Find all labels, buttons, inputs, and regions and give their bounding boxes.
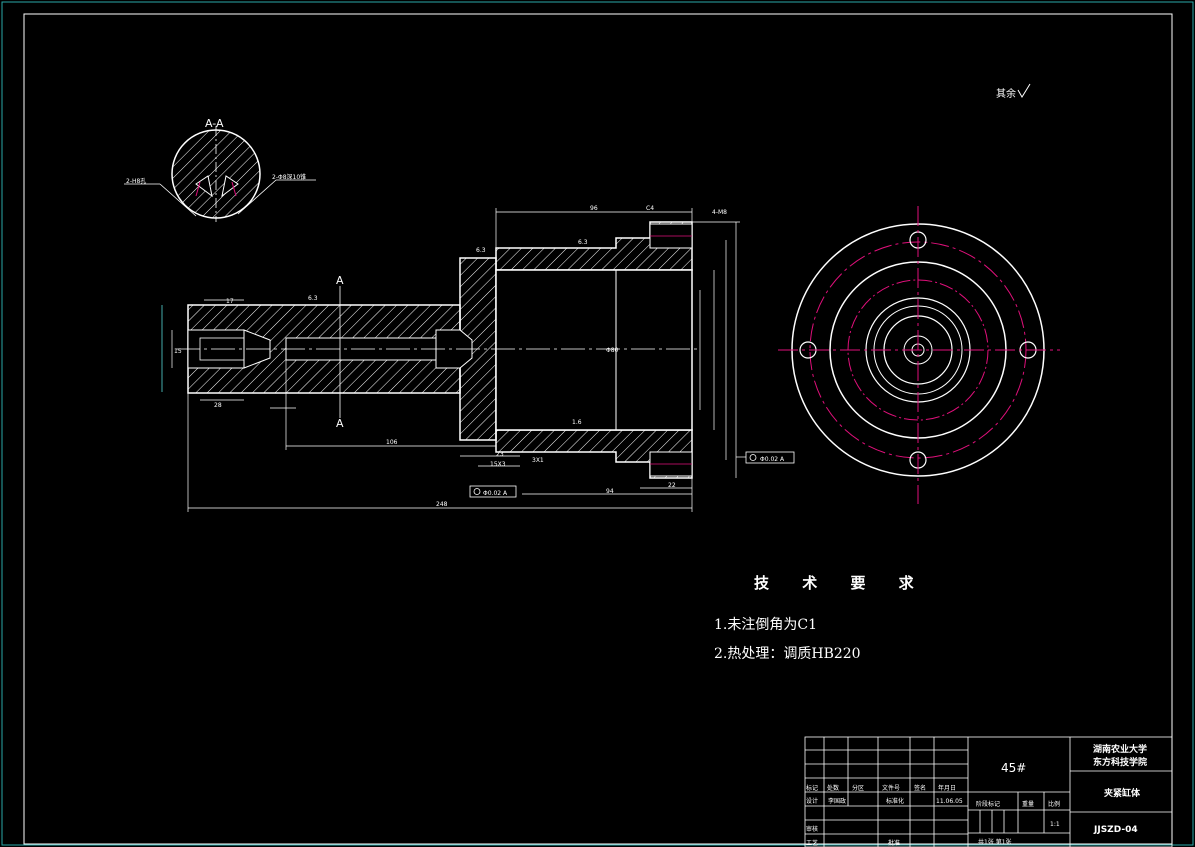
header-date: 年月日 [938,784,956,792]
roughness-note-text: 其余 [996,87,1016,100]
material-text: 45# [1001,761,1026,775]
dim-roughness-b: 6.3 [578,239,588,246]
dim-106: 106 [386,439,398,446]
dim-15: 15 [174,348,182,355]
dim-chamfer: 3X1 [532,457,544,464]
dim-94: 94 [606,488,614,495]
dim-thread: 4-M8 [712,209,727,216]
requirement-item: 1.未注倒角为C1 [714,617,817,633]
header-mark: 标记 [806,784,818,792]
cut-mark-bottom: A [336,417,344,430]
dim-22: 22 [668,482,676,489]
dim-roughness-bore: 1.6 [572,419,582,426]
roughness-symbol-icon [1017,83,1031,98]
process-label: 工艺 [806,839,818,847]
header-sign: 签名 [914,784,926,792]
header-file: 文件号 [882,784,900,792]
stage-label: 阶段标记 [976,800,1000,808]
tolerance-right-text: Φ0.02 A [760,456,785,463]
header-zone: 分区 [852,784,864,792]
requirements-title: 技 术 要 求 [754,574,928,592]
cut-mark-top: A [336,274,344,287]
approve-label: 批准 [888,839,900,847]
tolerance-frame-right: Φ0.02 A [736,451,795,464]
drawing-sheet: 其余 A-A 2-H8孔 2-Φ8深10锥 A A 96 C4 4-M8 6.3… [1,1,1194,847]
design-label: 设计 [806,797,818,805]
front-section-view: A A 96 C4 4-M8 6.3 6.3 6.3 17 106 23 3X1… [161,205,795,512]
dim-96: 96 [590,205,598,212]
drawing-number: JJSZD-04 [1093,825,1138,835]
section-label: A-A [205,117,224,130]
ratio-label: 比例 [1048,800,1060,808]
check-label: 审核 [806,825,818,833]
designer-name: 李国政 [828,797,846,805]
sheet-info: 共1张 第1张 [978,838,1012,846]
end-view [778,206,1060,504]
requirement-item: 2.热处理：调质HB220 [714,646,861,662]
dim-248: 248 [436,501,448,508]
dim-roughness-a: 6.3 [476,247,486,254]
weight-label: 重量 [1022,800,1034,808]
tolerance-left-text: Φ0.02 A [483,490,508,497]
dim-23: 23 [496,451,504,458]
dim-roughness-c: 6.3 [308,295,318,302]
part-name: 夹紧缸体 [1104,787,1141,799]
dim-c4: C4 [646,205,654,212]
dim-17: 17 [226,298,234,305]
dim-bore: Φ80 [606,347,619,354]
scale-value: 1:1 [1050,821,1060,828]
left-callout: 2-H8孔 [126,177,146,185]
title-block-text: 45# 湖南农业大学 东方科技学院 夹紧缸体 JJSZD-04 1:1 阶段标记… [806,743,1147,847]
school-line-1: 湖南农业大学 [1093,743,1147,755]
design-date: 11.06.05 [936,798,963,805]
right-callout: 2-Φ8深10锥 [272,173,306,181]
roughness-note: 其余 [996,83,1031,100]
section-view-a-a: A-A 2-H8孔 2-Φ8深10锥 [124,117,316,222]
standard-label: 标准化 [886,797,904,805]
school-line-2: 东方科技学院 [1093,756,1147,768]
header-count: 处数 [827,784,839,792]
tolerance-frame-left: Φ0.02 A [469,485,517,498]
dim-28: 28 [214,402,222,409]
dim-groove: 15X3 [490,461,506,468]
